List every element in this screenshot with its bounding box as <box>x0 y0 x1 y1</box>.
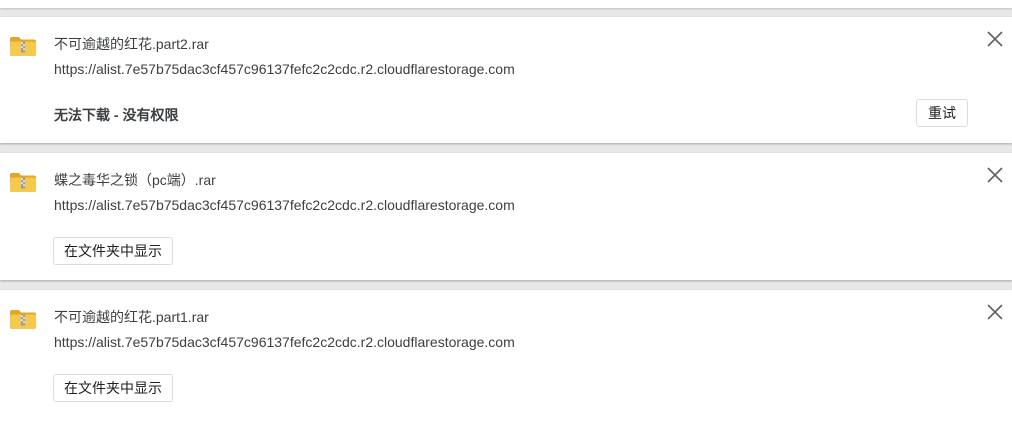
file-name[interactable]: 蝶之毒华之锁（pc端）.rar <box>54 170 216 190</box>
show-in-folder-button[interactable]: 在文件夹中显示 <box>53 374 173 402</box>
zip-folder-icon <box>9 171 37 193</box>
downloads-list: 不可逾越的红花.part2.rar https://alist.7e57b75d… <box>0 0 1012 421</box>
close-icon[interactable] <box>986 166 1004 184</box>
retry-button[interactable]: 重试 <box>916 99 968 127</box>
file-name[interactable]: 不可逾越的红花.part1.rar <box>54 307 209 327</box>
source-url: https://alist.7e57b75dac3cf457c96137fefc… <box>54 334 515 350</box>
download-item: 不可逾越的红花.part2.rar https://alist.7e57b75d… <box>0 17 1012 143</box>
show-in-folder-button[interactable]: 在文件夹中显示 <box>53 237 173 265</box>
zip-folder-icon <box>9 308 37 330</box>
zip-folder-icon <box>9 35 37 57</box>
source-url: https://alist.7e57b75dac3cf457c96137fefc… <box>54 197 515 213</box>
download-status: 无法下载 - 没有权限 <box>54 107 179 123</box>
download-item: 不可逾越的红花.part1.rar https://alist.7e57b75d… <box>0 290 1012 421</box>
close-icon[interactable] <box>986 303 1004 321</box>
source-url: https://alist.7e57b75dac3cf457c96137fefc… <box>54 61 515 77</box>
previous-download-card-edge <box>0 0 1012 8</box>
file-name[interactable]: 不可逾越的红花.part2.rar <box>54 34 209 54</box>
close-icon[interactable] <box>986 30 1004 48</box>
download-item: 蝶之毒华之锁（pc端）.rar https://alist.7e57b75dac… <box>0 153 1012 280</box>
